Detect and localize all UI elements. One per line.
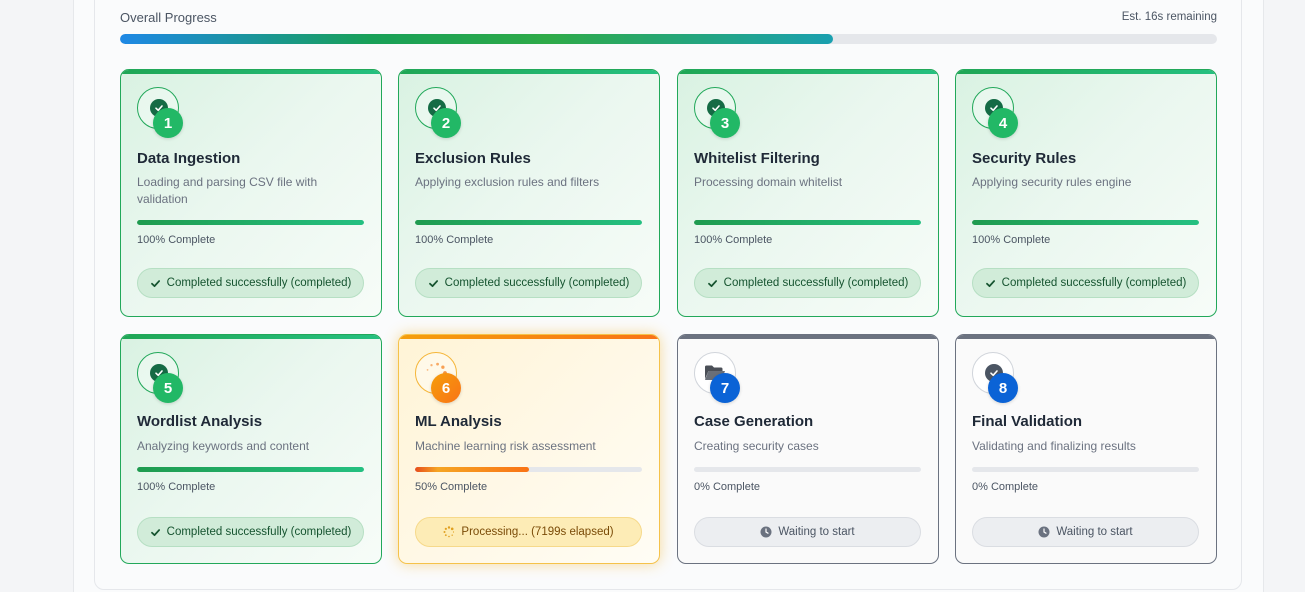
check-icon [707, 278, 718, 289]
stage-card-2[interactable]: 2 Exclusion Rules Applying exclusion rules… [398, 69, 660, 317]
stage-title: Security Rules [972, 150, 1077, 167]
stage-status-text: Completed successfully (completed) [166, 526, 352, 538]
stage-progress-bar [694, 220, 921, 225]
stage-progress-bar [694, 467, 921, 472]
stage-status-text: Completed successfully (completed) [1001, 277, 1187, 289]
stage-progress-bar [415, 220, 642, 225]
overall-progress-bar [120, 34, 1217, 44]
stage-percent-label: 100% Complete [137, 481, 216, 493]
stage-description: Validating and finalizing results [972, 439, 1136, 453]
spinner-icon [443, 526, 455, 538]
stage-description: Analyzing keywords and content [137, 439, 310, 453]
stage-description: Machine learning risk assessment [415, 439, 596, 453]
stage-status-text: Waiting to start [778, 526, 855, 538]
stage-number-badge: 4 [988, 108, 1018, 138]
stage-percent-label: 100% Complete [415, 234, 494, 246]
stage-status-text: Processing... (7199s elapsed) [461, 526, 614, 538]
stage-progress-fill [137, 220, 364, 225]
stage-title: Final Validation [972, 413, 1083, 430]
stage-status-text: Completed successfully (completed) [166, 277, 352, 289]
card-accent-bar [678, 335, 938, 339]
card-accent-bar [399, 70, 659, 74]
stage-percent-label: 100% Complete [694, 234, 773, 246]
stage-percent-label: 0% Complete [694, 481, 761, 493]
stage-number-badge: 1 [153, 108, 183, 138]
card-accent-bar [678, 70, 938, 74]
stage-card-4[interactable]: 4 Security Rules Applying security rules e… [955, 69, 1217, 317]
stage-title: ML Analysis [415, 413, 502, 430]
stage-progress-bar [972, 220, 1199, 225]
estimate-remaining: Est. 16s remaining [1121, 11, 1217, 23]
stage-card-8[interactable]: 8 Final Validation Validating and finalizi… [955, 334, 1217, 564]
stage-card-1[interactable]: 1 Data Ingestion Loading and parsing CSV f… [120, 69, 382, 317]
stage-card-3[interactable]: 3 Whitelist Filtering Processing domain wh… [677, 69, 939, 317]
stage-number-badge: 6 [431, 373, 461, 403]
clock-icon [1038, 526, 1050, 538]
stage-progress-fill [415, 467, 529, 472]
stage-status-pill: Waiting to start [694, 517, 921, 547]
stage-percent-label: 0% Complete [972, 481, 1039, 493]
stage-card-6[interactable]: 6 ML Analysis Machine learning risk assess… [398, 334, 660, 564]
check-icon [985, 278, 996, 289]
check-icon [428, 278, 439, 289]
stage-title: Exclusion Rules [415, 150, 531, 167]
stage-status-pill: Processing... (7199s elapsed) [415, 517, 642, 547]
stage-description: Processing domain whitelist [694, 175, 843, 189]
stage-status-text: Completed successfully (completed) [723, 277, 909, 289]
card-accent-bar [121, 335, 381, 339]
stage-progress-bar [415, 467, 642, 472]
card-accent-bar [121, 70, 381, 74]
stage-progress-fill [415, 220, 642, 225]
stage-title: Data Ingestion [137, 150, 241, 167]
stage-percent-label: 100% Complete [137, 234, 216, 246]
stage-title: Whitelist Filtering [694, 150, 820, 167]
stage-description: Loading and parsing CSV file with valida… [137, 175, 318, 206]
stage-title: Case Generation [694, 413, 814, 430]
stage-card-5[interactable]: 5 Wordlist Analysis Analyzing keywords and… [120, 334, 382, 564]
stage-progress-fill [694, 220, 921, 225]
stage-status-pill: Completed successfully (completed) [137, 268, 364, 298]
overall-progress-fill [120, 34, 834, 44]
overall-progress-label: Overall Progress [120, 10, 217, 25]
stage-status-pill: Completed successfully (completed) [972, 268, 1199, 298]
stage-number-badge: 2 [431, 108, 461, 138]
stage-number-badge: 8 [988, 373, 1018, 403]
stage-percent-label: 100% Complete [972, 234, 1051, 246]
stage-card-7[interactable]: 7 Case Generation Creating security cases 0… [677, 334, 939, 564]
stage-progress-fill [137, 467, 364, 472]
stage-status-pill: Completed successfully (completed) [694, 268, 921, 298]
check-icon [150, 278, 161, 289]
check-icon [150, 527, 161, 538]
stage-description: Applying security rules engine [972, 175, 1132, 189]
stage-status-pill: Waiting to start [972, 517, 1199, 547]
stage-status-pill: Completed successfully (completed) [415, 268, 642, 298]
card-accent-bar [399, 335, 659, 339]
stage-number-badge: 7 [710, 373, 740, 403]
stage-progress-bar [137, 467, 364, 472]
stage-status-text: Waiting to start [1056, 526, 1133, 538]
stage-status-text: Completed successfully (completed) [444, 277, 630, 289]
stage-progress-bar [972, 467, 1199, 472]
stage-number-badge: 3 [710, 108, 740, 138]
stage-progress-bar [137, 220, 364, 225]
clock-icon [760, 526, 772, 538]
stage-progress-fill [972, 220, 1199, 225]
stage-title: Wordlist Analysis [137, 413, 263, 430]
card-accent-bar [956, 70, 1216, 74]
stage-number-badge: 5 [153, 373, 183, 403]
card-accent-bar [956, 335, 1216, 339]
stage-status-pill: Completed successfully (completed) [137, 517, 364, 547]
stage-percent-label: 50% Complete [415, 481, 488, 493]
stage-description: Creating security cases [694, 439, 819, 453]
stage-description: Applying exclusion rules and filters [415, 175, 600, 189]
